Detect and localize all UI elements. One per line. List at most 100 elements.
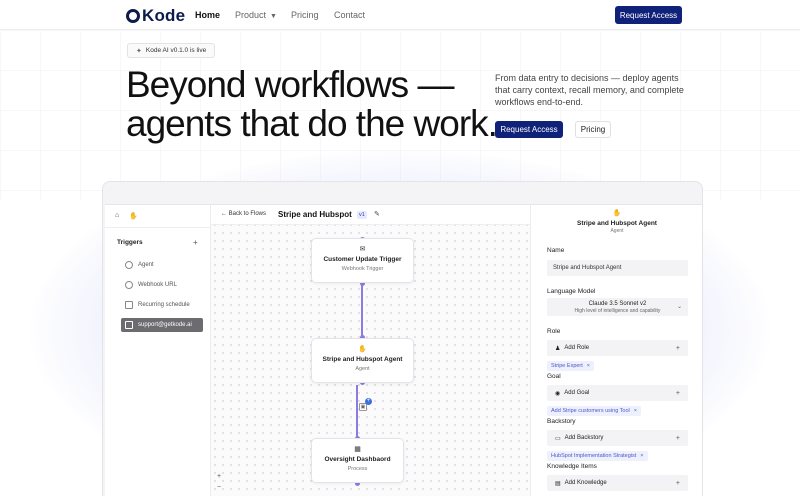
release-badge[interactable]: ✦ Kode AI v0.1.0 is live bbox=[127, 43, 216, 58]
plus-icon: + bbox=[675, 389, 680, 397]
hero-subtext: From data entry to decisions — deploy ag… bbox=[495, 73, 684, 107]
add-tool-icon[interactable]: + bbox=[365, 398, 372, 405]
sparkle-icon: ✦ bbox=[136, 47, 142, 55]
book-icon: ▭ bbox=[555, 435, 561, 442]
node-title: Customer Update Trigger bbox=[323, 256, 402, 263]
nav-link-home[interactable]: Home bbox=[195, 10, 220, 20]
app-window: ⌂ ✋ Triggers + Agent Webhook URL Recurri… bbox=[105, 204, 702, 496]
person-icon: ♟ bbox=[555, 345, 561, 352]
sidebar-item-label: support@getkode.ai bbox=[138, 322, 192, 328]
sidebar-item-label: Recurring schedule bbox=[138, 302, 190, 308]
hero-request-access-button[interactable]: Request Access bbox=[495, 121, 563, 138]
document-icon: ▤ bbox=[555, 480, 561, 487]
agent-icon bbox=[125, 261, 133, 269]
hero-pricing-button[interactable]: Pricing bbox=[575, 121, 611, 138]
headline-line-2: agents that do the work. bbox=[126, 103, 498, 144]
logo-text: Kode bbox=[142, 6, 186, 25]
sidebar-item-label: Webhook URL bbox=[138, 282, 177, 288]
zoom-controls: + − bbox=[217, 471, 221, 493]
sidebar-item-webhook[interactable]: Webhook URL bbox=[121, 278, 203, 292]
zoom-in-icon[interactable]: + bbox=[217, 471, 221, 482]
language-model-select[interactable]: Claude 3.5 Sonnet v2 High level of intel… bbox=[547, 298, 688, 316]
top-navigation: Kode Home Product ▼ Pricing Contact Reque… bbox=[0, 0, 800, 30]
flow-title: Stripe and Hubspot bbox=[278, 210, 352, 219]
calendar-icon bbox=[125, 301, 133, 309]
triggers-heading: Triggers bbox=[117, 239, 143, 246]
zoom-out-icon[interactable]: − bbox=[217, 482, 221, 493]
role-chip-label: Stripe Expert bbox=[551, 363, 583, 369]
add-trigger-icon[interactable]: + bbox=[193, 238, 198, 247]
model-name: Claude 3.5 Sonnet v2 bbox=[588, 301, 647, 307]
add-role-label: Add Role bbox=[564, 345, 590, 351]
dashboard-icon: ▦ bbox=[354, 446, 361, 453]
canvas-topbar: ← Back to Flows Stripe and Hubspot v1 ✎ bbox=[211, 205, 530, 225]
sidebar-item-agent[interactable]: Agent bbox=[121, 258, 203, 272]
sidebar-item-schedule[interactable]: Recurring schedule bbox=[121, 298, 203, 312]
panel-title: Stripe and Hubspot Agent bbox=[577, 220, 657, 227]
goal-chip-label: Add Stripe customers using Tool bbox=[551, 408, 630, 414]
connector-line bbox=[356, 385, 358, 439]
sidebar-toolbar: ⌂ ✋ bbox=[115, 212, 138, 220]
chevron-down-icon: ▼ bbox=[270, 13, 277, 20]
add-knowledge-label: Add Knowledge bbox=[564, 480, 607, 486]
name-field[interactable]: Stripe and Hubspot Agent bbox=[547, 260, 688, 276]
agent-settings-panel: ✋ Stripe and Hubspot Agent Agent Name St… bbox=[530, 205, 702, 496]
release-badge-label: Kode AI v0.1.0 is live bbox=[145, 47, 207, 54]
add-goal-button[interactable]: ◉ Add Goal + bbox=[547, 385, 688, 401]
plus-icon: + bbox=[675, 479, 680, 487]
plus-icon: + bbox=[675, 344, 680, 352]
home-icon[interactable]: ⌂ bbox=[115, 212, 119, 220]
logo[interactable]: Kode bbox=[126, 6, 185, 26]
add-goal-label: Add Goal bbox=[564, 390, 590, 396]
goal-chip[interactable]: Add Stripe customers using Tool × bbox=[547, 406, 641, 416]
logo-ring-icon bbox=[126, 9, 140, 23]
target-icon: ◉ bbox=[555, 390, 561, 397]
add-role-button[interactable]: ♟ Add Role + bbox=[547, 340, 688, 356]
mail-icon bbox=[125, 321, 133, 329]
node-subtitle: Process bbox=[347, 466, 368, 472]
goal-label: Goal bbox=[547, 373, 561, 380]
panel-header: ✋ Stripe and Hubspot Agent Agent bbox=[531, 209, 703, 234]
backstory-chip-label: HubSpot Implementation Strategist bbox=[551, 453, 637, 459]
version-badge: v1 bbox=[357, 211, 367, 219]
remove-icon[interactable]: × bbox=[640, 453, 643, 459]
language-model-label: Language Model bbox=[547, 288, 596, 295]
request-access-button[interactable]: Request Access bbox=[615, 6, 682, 24]
back-label: Back to Flows bbox=[228, 211, 267, 217]
knowledge-items-label: Knowledge Items bbox=[547, 463, 597, 470]
node-subtitle: Webhook Trigger bbox=[341, 266, 384, 272]
sidebar-item-label: Agent bbox=[138, 262, 154, 268]
add-knowledge-button[interactable]: ▤ Add Knowledge + bbox=[547, 475, 688, 491]
flow-node-trigger[interactable]: ✉ Customer Update Trigger Webhook Trigge… bbox=[311, 238, 414, 283]
add-backstory-button[interactable]: ▭ Add Backstory + bbox=[547, 430, 688, 446]
role-chip[interactable]: Stripe Expert × bbox=[547, 361, 595, 371]
back-to-flows-link[interactable]: ← Back to Flows bbox=[221, 211, 266, 217]
remove-icon[interactable]: × bbox=[587, 363, 590, 369]
panel-subtitle: Agent bbox=[610, 228, 624, 234]
mail-icon: ✉ bbox=[359, 246, 366, 253]
headline-line-1: Beyond workflows — bbox=[126, 64, 454, 105]
flow-node-agent[interactable]: ✋ Stripe and Hubspot Agent Agent bbox=[311, 338, 414, 383]
model-description: High level of intelligence and capabilit… bbox=[574, 308, 661, 314]
backstory-label: Backstory bbox=[547, 418, 576, 425]
nav-link-pricing[interactable]: Pricing bbox=[291, 10, 319, 20]
nav-link-product[interactable]: Product ▼ bbox=[235, 10, 277, 20]
name-label: Name bbox=[547, 247, 565, 254]
hand-icon: ✋ bbox=[358, 346, 367, 353]
node-title: Oversight Dashbaord bbox=[324, 456, 391, 463]
plus-icon: + bbox=[675, 434, 680, 442]
divider bbox=[105, 227, 211, 228]
role-label: Role bbox=[547, 328, 561, 335]
chevron-down-icon: ⌄ bbox=[676, 304, 682, 310]
nav-link-contact[interactable]: Contact bbox=[334, 10, 365, 20]
hand-icon: ✋ bbox=[612, 210, 622, 217]
pencil-icon[interactable]: ✎ bbox=[374, 210, 380, 218]
remove-icon[interactable]: × bbox=[634, 408, 637, 414]
add-backstory-label: Add Backstory bbox=[564, 435, 604, 441]
flow-node-dashboard[interactable]: ▦ Oversight Dashbaord Process bbox=[311, 438, 404, 483]
node-title: Stripe and Hubspot Agent bbox=[322, 356, 403, 363]
sidebar-item-email[interactable]: support@getkode.ai bbox=[121, 318, 203, 332]
hero-headline: Beyond workflows — agents that do the wo… bbox=[126, 64, 498, 144]
hand-icon[interactable]: ✋ bbox=[129, 212, 138, 220]
backstory-chip[interactable]: HubSpot Implementation Strategist × bbox=[547, 451, 648, 461]
